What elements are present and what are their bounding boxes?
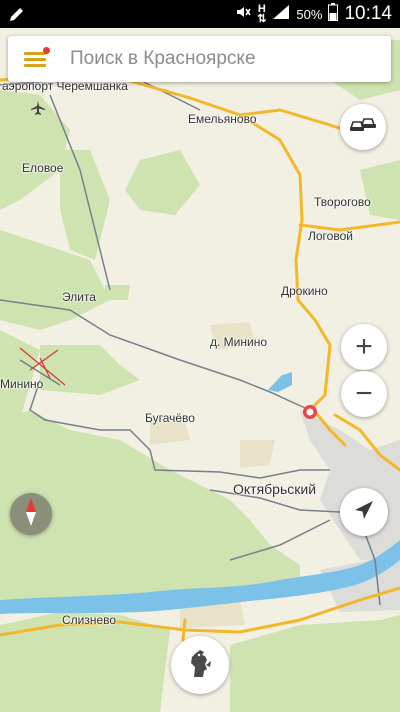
label-elita: Элита xyxy=(62,290,96,304)
cell-signal-icon xyxy=(272,4,290,25)
compass-icon xyxy=(24,497,38,532)
signal-type: H xyxy=(257,3,266,15)
battery-percent: 50% xyxy=(296,6,323,22)
pencil-icon xyxy=(8,5,26,28)
krasnoyarsk-lion-emblem-icon xyxy=(185,647,215,684)
zoom-out-label: − xyxy=(355,377,373,410)
label-minino: Минино xyxy=(0,377,44,391)
traffic-button[interactable] xyxy=(340,104,386,150)
label-logovoy: Логовой xyxy=(308,229,353,243)
label-emelyanovo: Емельяново xyxy=(188,112,257,126)
label-drokino: Дрокино xyxy=(281,284,328,298)
search-input[interactable]: Поиск в Красноярске xyxy=(70,48,256,70)
compass-button[interactable] xyxy=(10,493,52,535)
navigation-arrow-icon xyxy=(353,499,375,526)
city-emblem-button[interactable] xyxy=(171,636,229,694)
label-tvorogovo: Творогово xyxy=(314,195,371,209)
hplus-signal-icon: H ⇅ xyxy=(257,3,267,25)
zoom-in-button[interactable]: + xyxy=(341,324,387,370)
label-oktyabrsky: Октябрьский xyxy=(233,481,317,497)
label-elovoe: Еловое xyxy=(22,161,64,175)
status-bar: H ⇅ 50% 10:14 xyxy=(0,0,400,28)
my-location-button[interactable] xyxy=(340,488,388,536)
zoom-in-label: + xyxy=(355,330,373,363)
notification-dot xyxy=(43,47,50,54)
label-d-minino: д. Минино xyxy=(210,335,267,349)
mute-icon xyxy=(235,4,251,25)
battery-icon xyxy=(328,2,339,26)
clock: 10:14 xyxy=(344,3,392,24)
label-sliznevo: Слизнево xyxy=(62,613,117,627)
airport-icon xyxy=(30,100,46,121)
search-bar[interactable]: Поиск в Красноярске xyxy=(8,36,391,82)
label-bugachevo: Бугачёво xyxy=(145,411,195,425)
zoom-out-button[interactable]: − xyxy=(341,371,387,417)
menu-button[interactable] xyxy=(8,36,58,82)
car-traffic-icon xyxy=(348,115,378,140)
